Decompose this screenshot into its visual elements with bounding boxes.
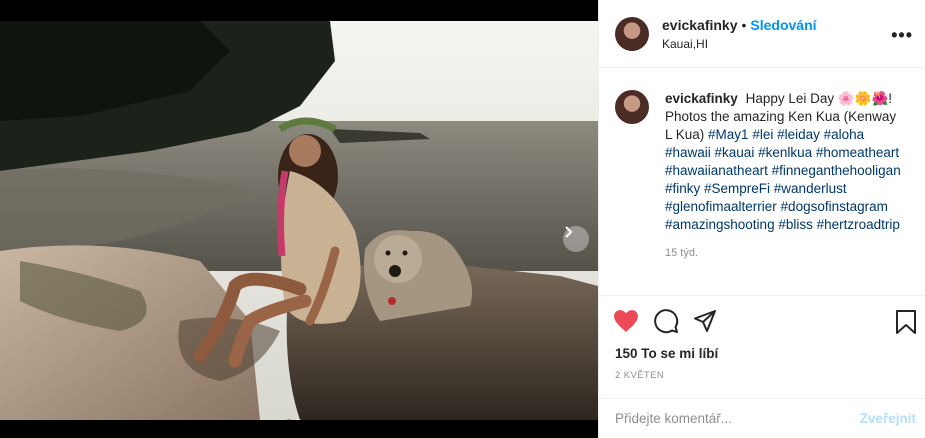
post-header: evickafinky • Sledování Kauai,HI ••• xyxy=(599,0,925,68)
post-viewer: evickafinky • Sledování Kauai,HI ••• evi… xyxy=(0,0,925,438)
action-bar xyxy=(599,296,925,346)
caption-time: 15 týd. xyxy=(665,247,699,259)
heart-filled-icon xyxy=(614,310,638,332)
save-button[interactable] xyxy=(895,309,917,340)
more-options-button[interactable]: ••• xyxy=(891,25,913,46)
separator-dot: • xyxy=(741,16,747,33)
share-icon xyxy=(694,310,716,332)
username-link[interactable]: evickafinky xyxy=(662,18,738,32)
next-photo-button[interactable] xyxy=(563,226,589,252)
carousel-indicator xyxy=(286,419,302,420)
carousel-dot xyxy=(296,419,302,420)
post-photo[interactable] xyxy=(0,21,598,420)
carousel-dot xyxy=(286,419,292,420)
comment-input[interactable] xyxy=(615,411,860,426)
location-link[interactable]: Kauai,HI xyxy=(662,38,817,50)
beach-photo-illustration xyxy=(0,21,598,420)
post-side-panel: evickafinky • Sledování Kauai,HI ••• evi… xyxy=(598,0,925,438)
share-button[interactable] xyxy=(693,309,717,333)
comment-button[interactable] xyxy=(653,308,679,334)
bookmark-icon xyxy=(896,310,916,334)
comment-icon xyxy=(654,309,679,334)
comment-form: Zveřejnit xyxy=(599,398,925,438)
post-header-text: evickafinky • Sledování Kauai,HI xyxy=(662,18,817,50)
post-header-row: evickafinky • Sledování xyxy=(662,18,817,32)
caption-username[interactable]: evickafinky xyxy=(665,91,738,106)
chevron-right-icon xyxy=(565,226,573,238)
avatar[interactable] xyxy=(615,90,649,124)
like-button[interactable] xyxy=(613,309,639,333)
avatar[interactable] xyxy=(615,16,649,51)
follow-button[interactable]: Sledování xyxy=(750,18,816,32)
post-date: 2 KVĚTEN xyxy=(615,370,665,381)
caption-area: evickafinky Happy Lei Day 🌸🌼🌺! Photos th… xyxy=(599,68,925,296)
caption: evickafinky Happy Lei Day 🌸🌼🌺! Photos th… xyxy=(665,90,905,295)
caption-hashtags[interactable]: #May1 #lei #leiday #aloha #hawaii #kauai… xyxy=(665,127,901,232)
post-comment-button[interactable]: Zveřejnit xyxy=(860,411,916,426)
like-count[interactable]: 150 To se mi líbí xyxy=(599,346,925,366)
